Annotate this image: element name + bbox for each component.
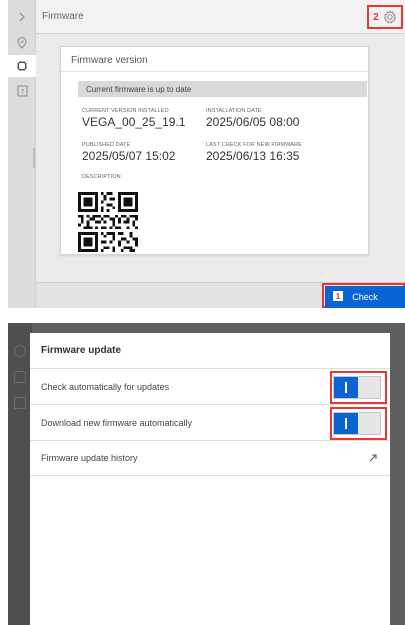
top-bar: Firmware 2: [36, 0, 405, 34]
toggle-notch: [345, 418, 347, 429]
external-arrow-icon: [369, 454, 377, 462]
dimmed-chip-icon: [14, 371, 26, 383]
callout-number-2: 2: [373, 11, 379, 23]
content-area: Firmware version Current firmware is up …: [36, 34, 405, 282]
svg-text:?: ?: [20, 88, 24, 96]
auto-check-toggle[interactable]: [333, 376, 381, 399]
rail-resize-handle[interactable]: [33, 148, 35, 168]
last-check-field: LAST CHECK FOR NEW FIRMWARE 2025/06/13 1…: [206, 142, 302, 163]
dimmed-pin-icon: [14, 345, 26, 357]
field-label: CURRENT VERSION INSTALLED: [82, 108, 169, 114]
auto-download-toggle[interactable]: [333, 412, 381, 435]
auto-download-row: Download new firmware automatically: [30, 404, 390, 440]
firmware-version-card: Firmware version Current firmware is up …: [60, 46, 369, 255]
callout-number-1: 1: [333, 291, 343, 301]
installation-date-field: INSTALLATION DATE 2025/06/05 08:00: [206, 108, 299, 129]
card-title: Firmware version: [71, 55, 148, 66]
field-label: DESCRIPTION: [82, 174, 121, 180]
update-history-row[interactable]: Firmware update history: [30, 440, 390, 476]
field-label: INSTALLATION DATE: [206, 108, 262, 114]
field-value: VEGA_00_25_19.1: [82, 115, 186, 129]
auto-check-label: Check automatically for updates: [41, 381, 170, 392]
published-date-field: PUBLISHED DATE 2025/05/07 15:02: [82, 142, 175, 163]
field-value: 2025/06/05 08:00: [206, 115, 300, 129]
gear-icon[interactable]: [383, 10, 397, 24]
expand-chevron-icon[interactable]: [8, 6, 36, 28]
current-version-field: CURRENT VERSION INSTALLED VEGA_00_25_19.…: [82, 108, 185, 129]
auto-download-label: Download new firmware automatically: [41, 417, 193, 428]
dimmed-side-rail: [8, 323, 32, 625]
field-label: LAST CHECK FOR NEW FIRMWARE: [206, 142, 302, 148]
divider: [61, 71, 368, 72]
location-pin-icon[interactable]: [8, 32, 36, 54]
toggle-on-segment: [334, 413, 358, 434]
field-label: PUBLISHED DATE: [82, 142, 131, 148]
side-rail: ?: [8, 0, 36, 308]
chip-icon[interactable]: [8, 55, 36, 77]
dialog-title: Firmware update: [41, 345, 122, 356]
firmware-update-overlay: Firmware update Check automatically for …: [8, 323, 405, 625]
status-banner: Current firmware is up to date: [78, 81, 367, 97]
update-history-link[interactable]: Firmware update history: [41, 453, 138, 463]
toggle-notch: [345, 382, 347, 393]
settings-callout: 2: [367, 5, 403, 29]
page-title: Firmware: [42, 11, 84, 22]
field-value: 2025/06/13 16:35: [206, 149, 300, 163]
dimmed-help-icon: [14, 397, 26, 409]
toggle-on-segment: [334, 377, 358, 398]
firmware-page: ? Firmware 2 Firmware version Current fi…: [8, 0, 405, 308]
auto-check-row: Check automatically for updates: [30, 368, 390, 404]
help-icon[interactable]: ?: [8, 80, 36, 102]
description-field: DESCRIPTION: [82, 174, 121, 180]
firmware-update-dialog: Firmware update Check automatically for …: [30, 333, 390, 625]
qr-code-image: [78, 192, 138, 252]
field-value: 2025/05/07 15:02: [82, 149, 176, 163]
